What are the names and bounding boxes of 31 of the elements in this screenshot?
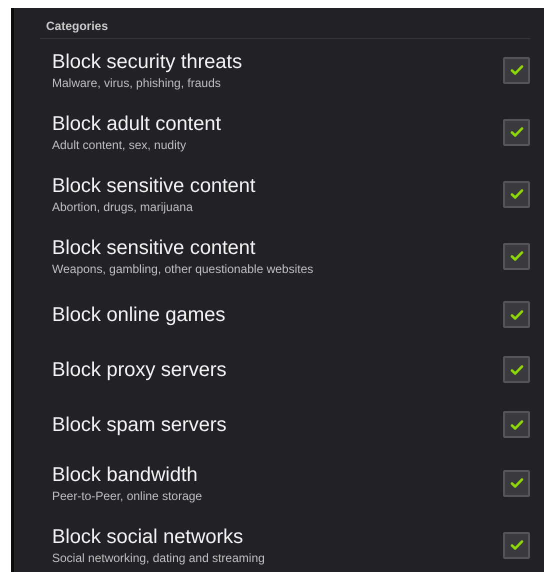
option-title: Block proxy servers (52, 358, 226, 382)
checkbox[interactable] (503, 356, 530, 383)
checkmark-icon (508, 124, 524, 140)
option-title: Block online games (52, 302, 226, 326)
option-title: Block adult content (52, 112, 221, 136)
checkmark-icon (508, 537, 524, 553)
checkbox[interactable] (503, 532, 530, 558)
checkmark-icon (508, 62, 524, 78)
option-description: Weapons, gambling, other questionable websites (52, 262, 314, 276)
option-description: Adult content, sex, nudity (52, 138, 188, 152)
checkbox[interactable] (503, 180, 530, 208)
checkbox[interactable] (503, 118, 530, 146)
option-description: Abortion, drugs, marijuana (52, 200, 194, 214)
checkmark-icon (508, 186, 524, 202)
option-title: Block sensitive content (52, 174, 256, 198)
checkbox[interactable] (503, 56, 530, 84)
checkbox[interactable] (503, 242, 530, 270)
option-title: Block security threats (52, 50, 242, 74)
option-title: Block social networks (52, 525, 244, 549)
checkmark-icon (508, 248, 524, 264)
option-description: Malware, virus, phishing, frauds (52, 76, 222, 90)
option-title: Block sensitive content (52, 236, 256, 260)
checkbox[interactable] (503, 301, 530, 328)
checkmark-icon (508, 475, 524, 491)
checkbox[interactable] (503, 411, 530, 438)
option-title: Block bandwidth (52, 463, 199, 487)
checkbox[interactable] (503, 470, 530, 496)
option-description: Social networking, dating and streaming (52, 551, 265, 565)
option-description: Peer-to-Peer, online storage (52, 489, 202, 503)
option-title: Block spam servers (52, 412, 226, 436)
section-header: Categories (40, 8, 530, 39)
